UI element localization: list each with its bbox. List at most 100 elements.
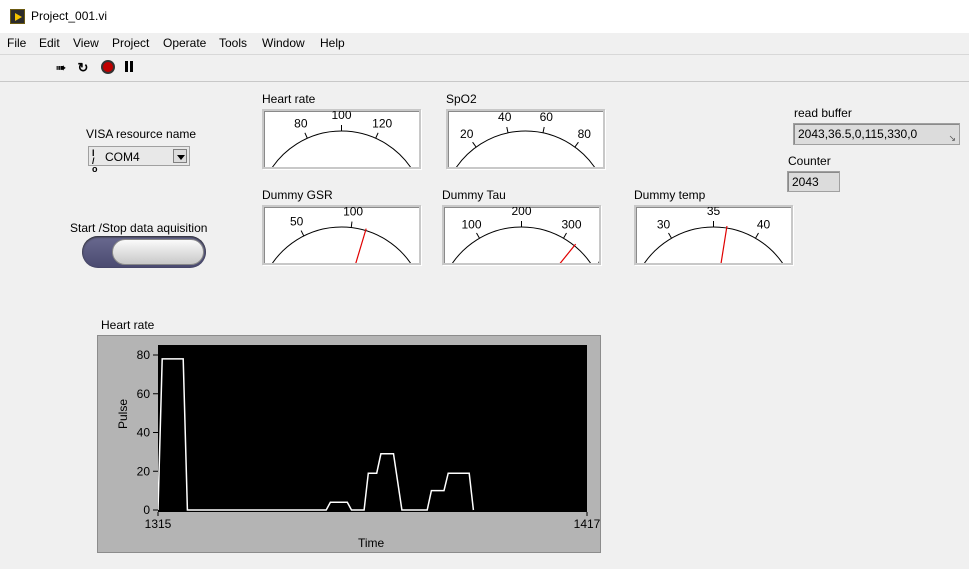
spo2-gauge-label: SpO2 (446, 92, 477, 106)
menu-tools[interactable]: Tools (219, 36, 247, 50)
gsr-gauge: 050100180 (262, 205, 421, 265)
window-title: Project_001.vi (31, 9, 108, 23)
gauge-tick-label: 60 (540, 111, 554, 124)
heart-rate-gauge: 5080100120150 (262, 109, 421, 169)
gauge-tick (542, 126, 545, 133)
menu-project[interactable]: Project (112, 36, 149, 50)
y-tick-label: 40 (137, 426, 151, 440)
gauge-arc (455, 130, 596, 167)
gauge-tick (574, 141, 579, 148)
gauge-tick (375, 132, 379, 139)
plot-svg (157, 358, 475, 511)
gauge-tick (300, 230, 305, 237)
spo2-gauge: 020406080100 (446, 109, 605, 169)
menu-help[interactable]: Help (320, 36, 345, 50)
gauge-tick (472, 141, 477, 148)
menu-window[interactable]: Window (262, 36, 305, 50)
menu-edit[interactable]: Edit (39, 36, 60, 50)
chevron-down-icon[interactable] (173, 149, 187, 163)
x-axis-label: Time (358, 536, 385, 550)
gauge-tick-label: 100 (602, 158, 603, 167)
gauge-tick-label: 180 (418, 254, 419, 263)
read-buffer-label: read buffer (794, 106, 852, 120)
run-continuously-icon[interactable]: ↻ (74, 59, 92, 77)
gauge-arc (643, 226, 784, 263)
gauge-tick-label: 80 (294, 117, 308, 131)
plot-area (157, 345, 587, 512)
gauge-tick-label: 100 (461, 217, 481, 231)
gauge-tick-label: 20 (460, 127, 474, 141)
gauge-tick-label: 150 (418, 158, 419, 167)
gauge-tick-label: 200 (511, 207, 531, 218)
pulse-trace (157, 358, 475, 511)
gsr-gauge-label: Dummy GSR (262, 188, 333, 202)
menu-operate[interactable]: Operate (163, 36, 206, 50)
gauge-tick-label: 40 (498, 111, 512, 124)
visa-resource-control[interactable]: I / o COM4 (88, 146, 190, 174)
gauge-tick-label: 40 (757, 217, 771, 231)
gauge-needle (355, 228, 367, 263)
menu-view[interactable]: View (73, 36, 99, 50)
gauge-tick-label: 300 (561, 217, 581, 231)
y-tick-label: 20 (137, 464, 151, 478)
gauge-tick (350, 221, 353, 228)
counter-indicator: 2043 (787, 171, 840, 192)
gauge-face: 2530354045 (643, 207, 784, 263)
gauge-tick (476, 232, 480, 239)
y-axis-label: Pulse (116, 398, 130, 429)
gauge-tick-label: 35 (707, 207, 721, 218)
temp-gauge-label: Dummy temp (634, 188, 706, 202)
start-stop-toggle[interactable] (82, 236, 206, 268)
gauge-tick-label: 400 (598, 254, 599, 263)
menu-bar: File Edit View Project Operate Tools Win… (0, 33, 969, 55)
gauge-tick (755, 232, 759, 239)
toggle-label: Start /Stop data aquisition (70, 221, 208, 235)
read-buffer-indicator: 2043,36.5,0,115,330,0 ↘ (793, 123, 960, 145)
gauge-arc (271, 130, 412, 167)
x-tick-label: 1315 (145, 517, 172, 531)
gauge-tick-label: 120 (372, 117, 392, 131)
gauge-tick (506, 126, 509, 133)
gauge-tick-label: 30 (657, 217, 671, 231)
toolbar: ➠ ↻ (0, 55, 969, 82)
labview-vi-icon (10, 9, 25, 24)
chart-title: Heart rate (101, 318, 155, 332)
gauge-face: 5080100120150 (271, 111, 419, 167)
counter-value: 2043 (792, 175, 819, 189)
visa-value: COM4 (105, 150, 140, 164)
gauge-face: 0100200300400 (451, 207, 599, 263)
y-tick-label: 0 (143, 503, 150, 517)
gauge-tick (668, 232, 672, 239)
gauge-tick-label: 80 (578, 127, 592, 141)
heart-rate-chart: 0 20 40 60 80 1315 1417 Time Pulse (97, 335, 601, 553)
gauge-tick-label: 50 (290, 215, 304, 229)
io-icon: I / o (92, 148, 98, 174)
y-tick-label: 80 (137, 348, 151, 362)
gauge-tick (304, 132, 308, 139)
pause-icon[interactable] (123, 60, 135, 74)
visa-label: VISA resource name (86, 127, 197, 141)
read-buffer-value: 2043,36.5,0,115,330,0 (798, 127, 918, 141)
x-tick-label: 1417 (574, 517, 600, 531)
resize-arrow-icon: ↘ (948, 133, 956, 143)
counter-label: Counter (788, 154, 831, 168)
gauge-needle (559, 243, 577, 263)
gauge-needle (720, 225, 728, 263)
gauge-face: 020406080100 (455, 111, 603, 167)
gauge-tick-label: 100 (343, 207, 363, 219)
toggle-knob[interactable] (112, 239, 204, 265)
gauge-arc (271, 226, 412, 263)
gauge-face: 050100180 (271, 207, 419, 263)
gauge-tick (563, 232, 567, 239)
title-bar: Project_001.vi (0, 0, 969, 33)
tau-gauge-label: Dummy Tau (442, 188, 506, 202)
heart-rate-gauge-label: Heart rate (262, 92, 316, 106)
run-arrow-icon[interactable]: ➠ (52, 59, 70, 77)
y-tick-label: 60 (137, 387, 151, 401)
temp-gauge: 2530354045 (634, 205, 793, 265)
gauge-tick-label: 100 (331, 111, 351, 122)
abort-icon[interactable] (101, 60, 115, 74)
gauge-arc (451, 226, 592, 263)
menu-file[interactable]: File (7, 36, 26, 50)
tau-gauge: 0100200300400 (442, 205, 601, 265)
